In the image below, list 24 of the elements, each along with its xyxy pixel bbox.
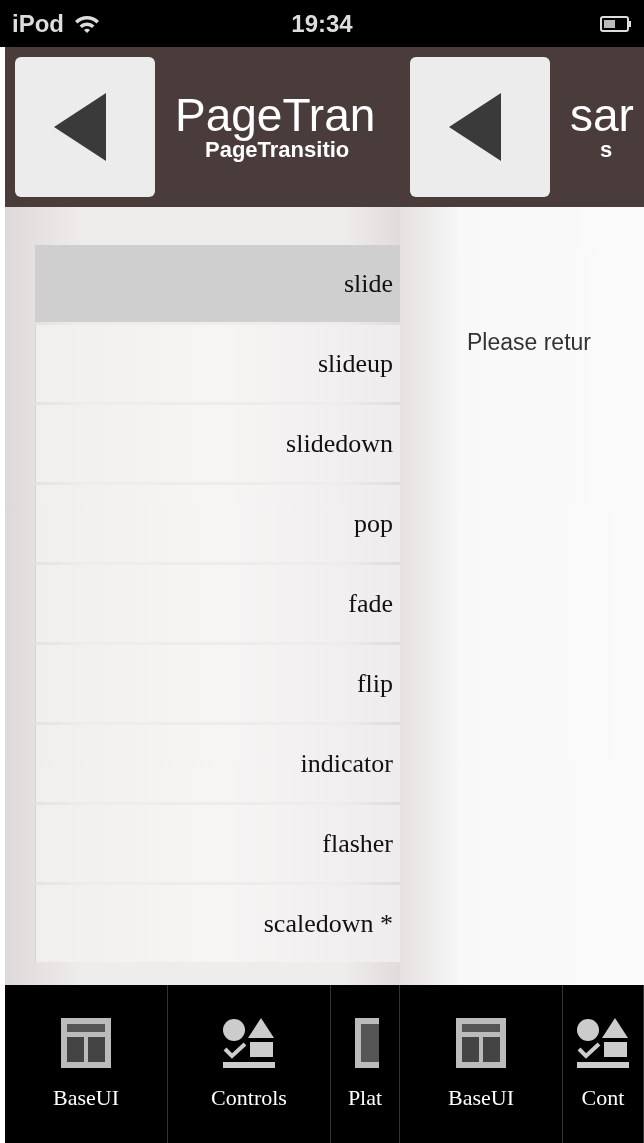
page-title: sar bbox=[570, 91, 634, 138]
list-item[interactable]: flasher bbox=[35, 805, 400, 882]
list-item[interactable]: scaledown * bbox=[35, 885, 400, 962]
list-item[interactable]: slide bbox=[35, 245, 400, 322]
list-item[interactable]: flip bbox=[35, 645, 400, 722]
wifi-icon bbox=[74, 13, 100, 34]
list-item[interactable]: slideup bbox=[35, 325, 400, 402]
back-button[interactable] bbox=[410, 57, 550, 197]
back-button[interactable] bbox=[15, 57, 155, 197]
list-item[interactable]: pop bbox=[35, 485, 400, 562]
page-subtitle: s bbox=[599, 137, 614, 163]
time-label: 19:34 bbox=[291, 9, 353, 38]
battery-icon bbox=[600, 14, 632, 33]
list-item[interactable]: fade bbox=[35, 565, 400, 642]
layout-icon bbox=[60, 1017, 112, 1069]
shapes-icon bbox=[223, 1017, 275, 1069]
back-arrow-icon bbox=[447, 91, 503, 163]
shapes-icon bbox=[577, 1017, 629, 1069]
layout-icon bbox=[455, 1017, 507, 1069]
list-item[interactable]: slidedown bbox=[35, 405, 400, 482]
carrier-label: iPod bbox=[12, 9, 64, 38]
list-item[interactable]: indicator bbox=[35, 725, 400, 802]
message-text: Please retur bbox=[467, 329, 591, 355]
back-arrow-icon bbox=[52, 91, 108, 163]
